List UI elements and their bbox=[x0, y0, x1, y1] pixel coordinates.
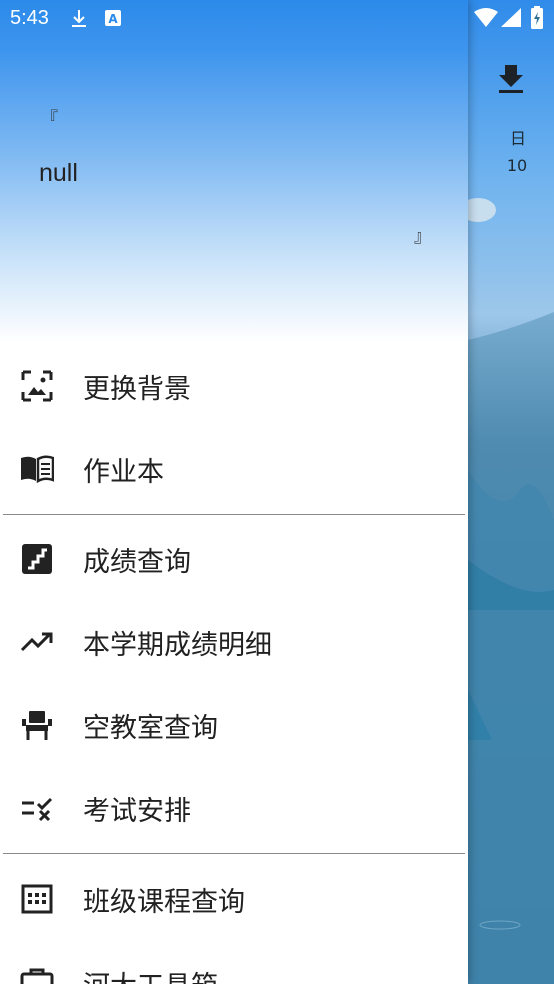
menu-item-exam-schedule[interactable]: 考试安排 bbox=[0, 767, 468, 849]
wallpaper-icon bbox=[21, 370, 53, 402]
divider bbox=[3, 514, 465, 515]
rule-check-icon bbox=[22, 797, 53, 822]
menu-item-grade-query[interactable]: 成绩查询 bbox=[0, 518, 468, 600]
status-time: 5:43 bbox=[10, 7, 49, 29]
divider bbox=[3, 853, 465, 854]
navigation-drawer: 『 null 』 更换背景 作业本 成绩查询 本学期成绩明细 空教室查询 考试安… bbox=[0, 0, 468, 984]
wifi-icon bbox=[474, 8, 498, 27]
menu-item-label: 河大工具箱 bbox=[83, 964, 218, 984]
stairs-icon bbox=[22, 544, 52, 574]
quote-text: null bbox=[39, 159, 78, 187]
download-icon[interactable] bbox=[497, 63, 525, 93]
trending-up-icon bbox=[20, 632, 53, 652]
toolbox-icon bbox=[20, 968, 54, 984]
drawer-header: 『 null 』 bbox=[0, 0, 468, 343]
menu-item-label: 成绩查询 bbox=[83, 547, 191, 578]
quote-open-mark: 『 bbox=[41, 109, 58, 129]
text-a-icon: A bbox=[105, 10, 121, 26]
svg-text:A: A bbox=[108, 12, 118, 26]
quote-close-mark: 』 bbox=[414, 227, 431, 247]
status-bar: 5:43 A bbox=[0, 0, 554, 38]
book-icon bbox=[21, 455, 54, 484]
menu-item-label: 本学期成绩明细 bbox=[83, 630, 272, 661]
signal-icon bbox=[501, 8, 521, 27]
menu-item-change-background[interactable]: 更换背景 bbox=[0, 345, 468, 427]
menu-item-label: 考试安排 bbox=[83, 796, 191, 827]
menu-item-toolbox[interactable]: 河大工具箱 bbox=[0, 942, 468, 984]
menu-item-homework[interactable]: 作业本 bbox=[0, 428, 468, 510]
battery-charging-icon bbox=[531, 6, 543, 29]
menu-item-semester-grades[interactable]: 本学期成绩明细 bbox=[0, 601, 468, 683]
weekday-label: 日 bbox=[509, 129, 526, 148]
menu-item-class-course-query[interactable]: 班级课程查询 bbox=[0, 858, 468, 940]
menu-item-label: 更换背景 bbox=[83, 374, 191, 405]
seat-icon bbox=[22, 711, 52, 740]
week-number-label: 10 bbox=[506, 156, 528, 175]
menu-item-label: 班级课程查询 bbox=[83, 887, 245, 918]
menu-item-label: 作业本 bbox=[83, 457, 164, 488]
calendar-grid-icon bbox=[21, 884, 53, 914]
menu-item-empty-classroom[interactable]: 空教室查询 bbox=[0, 684, 468, 766]
download-icon bbox=[72, 10, 86, 27]
menu-item-label: 空教室查询 bbox=[83, 713, 218, 744]
